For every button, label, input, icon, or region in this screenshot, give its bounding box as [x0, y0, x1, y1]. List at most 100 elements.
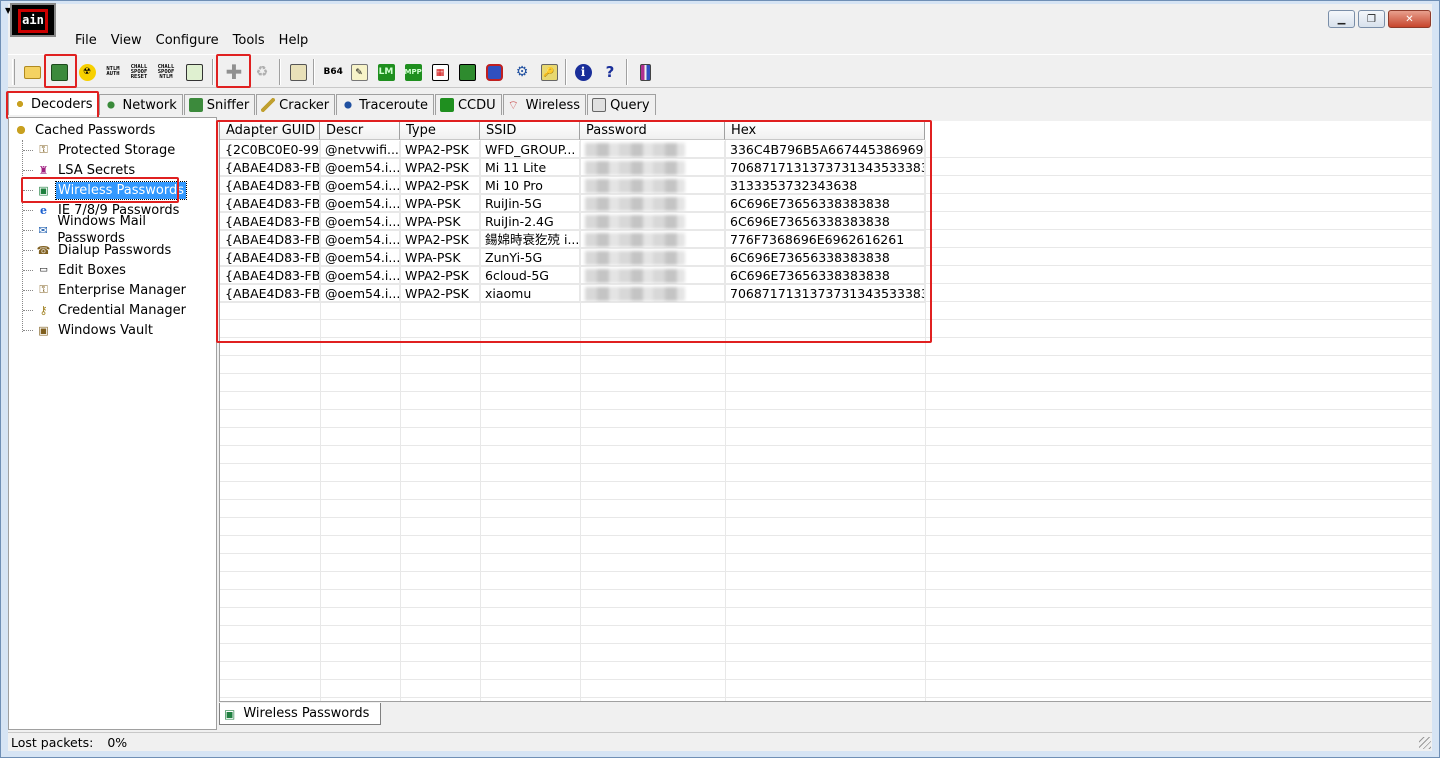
- menu-file[interactable]: File: [68, 31, 104, 51]
- tab-decoders[interactable]: Decoders: [8, 92, 99, 115]
- table-row[interactable]: {ABAE4D83-FB...@oem54.i...WPA2-PSK6cloud…: [220, 267, 925, 285]
- tree-item-lsa-secrets[interactable]: ♜ LSA Secrets: [23, 160, 137, 180]
- tab-label: Network: [122, 97, 177, 113]
- lm-hashes-button[interactable]: LM: [375, 61, 397, 83]
- table-row[interactable]: {ABAE4D83-FB...@oem54.i...WPA-PSKZunYi-5…: [220, 249, 925, 267]
- about-button[interactable]: i: [572, 61, 594, 83]
- certificate-icon: 🔑: [540, 63, 558, 81]
- minimize-button[interactable]: ▁: [1328, 10, 1355, 28]
- chall-spoof-ntlm-button[interactable]: CHALL SPOOF NTLM: [155, 61, 177, 83]
- question-icon: ?: [605, 62, 615, 81]
- bottom-tab-wireless-passwords[interactable]: ▣ Wireless Passwords: [219, 703, 381, 725]
- certificate-button[interactable]: 🔑: [538, 61, 560, 83]
- cell-type: WPA2-PSK: [400, 267, 480, 285]
- column-header-type[interactable]: Type: [400, 121, 480, 140]
- cell-password: [580, 213, 725, 231]
- grid-header: Adapter GUID Descr Type SSID Password He…: [220, 121, 925, 140]
- tab-wireless[interactable]: ⌔ Wireless: [502, 94, 587, 115]
- tree-item-label: Windows Vault: [58, 322, 153, 338]
- enterprise-manager-icon: ⚿: [39, 283, 48, 296]
- table-row[interactable]: {ABAE4D83-FB...@oem54.i...WPA2-PSKMi 10 …: [220, 177, 925, 195]
- exit-button[interactable]: [634, 61, 656, 83]
- column-header-adapter-guid[interactable]: Adapter GUID: [220, 121, 320, 140]
- tab-cracker[interactable]: Cracker: [256, 94, 336, 115]
- column-header-hex[interactable]: Hex: [725, 121, 925, 140]
- chall-reset-label: CHALL SPOOF RESET: [130, 63, 148, 80]
- column-header-ssid[interactable]: SSID: [480, 121, 580, 140]
- tab-network[interactable]: Network: [99, 94, 183, 115]
- tab-ccdu[interactable]: CCDU: [434, 94, 502, 115]
- tree-item-label: Dialup Passwords: [58, 242, 172, 258]
- tree-root-label: Cached Passwords: [35, 122, 156, 138]
- remove-button[interactable]: ♻: [251, 61, 273, 83]
- help-button[interactable]: ?: [599, 61, 621, 83]
- cell-password: [580, 177, 725, 195]
- close-button[interactable]: ✕: [1388, 10, 1431, 28]
- table-row[interactable]: {ABAE4D83-FB...@oem54.i...WPA-PSKRuiJin-…: [220, 195, 925, 213]
- tab-label: Wireless: [525, 97, 581, 113]
- tree-item-edit-boxes[interactable]: ▭ Edit Boxes: [23, 260, 128, 280]
- ethernet-button[interactable]: ⚙: [511, 61, 533, 83]
- menu-view[interactable]: View: [104, 31, 149, 51]
- chall-spoof-reset-button[interactable]: CHALL SPOOF RESET: [128, 61, 150, 83]
- tab-label: Decoders: [31, 96, 93, 112]
- tree-item-wireless-passwords[interactable]: ▣ Wireless Passwords: [23, 180, 188, 200]
- column-header-descr[interactable]: Descr: [320, 121, 400, 140]
- ntlm-auth-button[interactable]: NTLM AUTH: [102, 61, 124, 83]
- toolbar-separator: [212, 59, 214, 85]
- app-logo-icon: ain: [10, 3, 56, 37]
- cell-adapter-guid: {ABAE4D83-FB...: [220, 159, 320, 177]
- toolbar-separator: [279, 59, 281, 85]
- toolbar-grip[interactable]: [12, 59, 15, 85]
- redacted-password-blur: [585, 197, 685, 211]
- cell-descr: @netvwifi...: [320, 141, 400, 159]
- cdrom-button[interactable]: [483, 61, 505, 83]
- wireless-icon: ⌔: [507, 98, 519, 112]
- table-row[interactable]: {2C0BC0E0-99...@netvwifi...WPA2-PSKWFD_G…: [220, 141, 925, 159]
- table-row[interactable]: {ABAE4D83-FB...@oem54.i...WPA-PSKRuiJin-…: [220, 213, 925, 231]
- column-header-password[interactable]: Password: [580, 121, 725, 140]
- cell-adapter-guid: {ABAE4D83-FB...: [220, 267, 320, 285]
- pwd-decoder-button[interactable]: ▦: [429, 61, 451, 83]
- hash-calculator-button[interactable]: [287, 61, 309, 83]
- base64-button[interactable]: B64: [321, 61, 343, 83]
- ntlm-auth-label: NTLM AUTH: [106, 66, 120, 77]
- table-row[interactable]: {ABAE4D83-FB...@oem54.i...WPA2-PSK鍚婂時衰犵殑…: [220, 231, 925, 249]
- resize-grip[interactable]: [1419, 737, 1431, 749]
- table-row[interactable]: {ABAE4D83-FB...@oem54.i...WPA2-PSKMi 11 …: [220, 159, 925, 177]
- tree-item-windows-mail-passwords[interactable]: ✉ Windows Mail Passwords: [23, 214, 216, 246]
- status-bar: Lost packets: 0%: [8, 732, 1432, 752]
- start-sniffer-button[interactable]: [48, 61, 70, 83]
- restore-button[interactable]: ❐: [1358, 10, 1385, 28]
- tab-query[interactable]: Query: [587, 94, 656, 115]
- mpp-button[interactable]: MPP: [402, 61, 424, 83]
- add-button[interactable]: ✚: [223, 61, 245, 83]
- decoder-key-button[interactable]: ✎: [348, 61, 370, 83]
- redacted-password-blur: [585, 287, 685, 301]
- tree-item-label: Edit Boxes: [58, 262, 126, 278]
- tree-root-cached-passwords[interactable]: Cached Passwords: [13, 122, 155, 138]
- open-folder-button[interactable]: [21, 61, 43, 83]
- cell-hex: 6C696E73656338383838: [725, 195, 925, 213]
- monitor-button[interactable]: [183, 61, 205, 83]
- tab-traceroute[interactable]: Traceroute: [336, 94, 434, 115]
- tree-item-windows-vault[interactable]: ▣ Windows Vault: [23, 320, 155, 340]
- table-row[interactable]: {ABAE4D83-FB...@oem54.i...WPA2-PSKxiaomu…: [220, 285, 925, 303]
- tree-item-dialup-passwords[interactable]: ☎ Dialup Passwords: [23, 240, 173, 260]
- tree-item-enterprise-manager[interactable]: ⚿ Enterprise Manager: [23, 280, 188, 300]
- cell-hex: 336C4B796B5A6674453869694...: [725, 141, 925, 159]
- tab-label: Sniffer: [206, 97, 250, 113]
- tab-label: Query: [610, 97, 650, 113]
- apr-poison-button[interactable]: ☢: [76, 61, 98, 83]
- menu-configure[interactable]: Configure: [149, 31, 226, 51]
- tree-item-protected-storage[interactable]: ⚿ Protected Storage: [23, 140, 177, 160]
- tree-item-credential-manager[interactable]: ⚷ Credential Manager: [23, 300, 188, 320]
- cell-ssid: 6cloud-5G: [480, 267, 580, 285]
- cell-type: WPA2-PSK: [400, 285, 480, 303]
- tab-sniffer[interactable]: Sniffer: [183, 94, 256, 115]
- cell-adapter-guid: {ABAE4D83-FB...: [220, 249, 320, 267]
- cell-adapter-guid: {ABAE4D83-FB...: [220, 195, 320, 213]
- menu-help[interactable]: Help: [272, 31, 316, 51]
- network-card-button[interactable]: [456, 61, 478, 83]
- menu-tools[interactable]: Tools: [226, 31, 272, 51]
